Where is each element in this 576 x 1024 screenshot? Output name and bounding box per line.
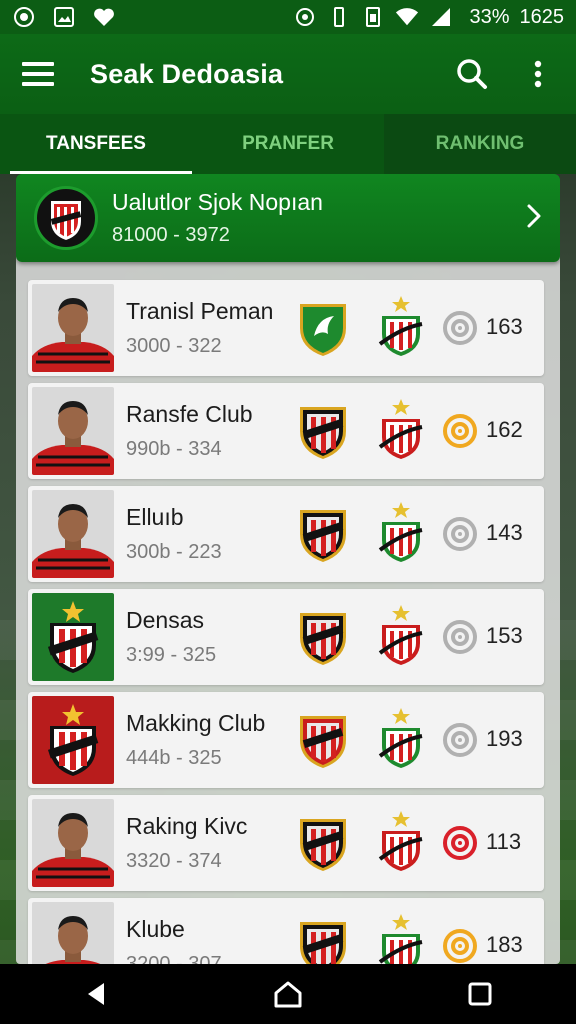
list-item[interactable]: Ransfe Club 990b - 334 162 — [28, 383, 544, 479]
sim-icon — [361, 6, 385, 28]
club-crest-icon — [296, 403, 350, 461]
item-score: 143 — [486, 520, 523, 545]
club-crest-icon — [374, 809, 428, 873]
item-thumbnail — [32, 593, 114, 681]
item-subtitle: 300b - 223 — [126, 541, 222, 563]
item-title: Densas — [126, 607, 204, 633]
club-crest-icon — [296, 300, 350, 358]
club-crest-icon — [374, 912, 428, 964]
cell-signal-icon — [429, 6, 453, 28]
sync-icon — [293, 6, 317, 28]
list-item[interactable]: Densas 3:99 - 325 153 — [28, 589, 544, 685]
club-crest-icon — [296, 609, 350, 667]
item-thumbnail — [32, 799, 114, 887]
menu-icon[interactable] — [20, 56, 56, 92]
tab-transfers[interactable]: TANSFEES — [0, 114, 192, 174]
target-icon[interactable] — [442, 928, 478, 964]
club-crest-icon — [296, 918, 350, 964]
item-subtitle: 3:99 - 325 — [126, 644, 217, 666]
club-crest-icon — [374, 397, 428, 461]
club-crest-icon — [374, 603, 428, 667]
featured-title: Ualutlor Sjok Nopıan — [112, 189, 323, 215]
item-score: 153 — [486, 623, 523, 648]
back-icon[interactable] — [66, 969, 126, 1019]
featured-card[interactable]: Ualutlor Sjok Nopıan 81000 - 3972 — [16, 174, 560, 262]
image-notification-icon — [52, 6, 76, 28]
club-crest-icon — [296, 815, 350, 873]
item-title: Raking Kivc — [126, 813, 248, 839]
item-subtitle: 444b - 325 — [126, 747, 222, 769]
target-icon[interactable] — [442, 722, 478, 758]
item-score: 113 — [486, 829, 522, 854]
item-thumbnail — [32, 284, 114, 372]
vibrate-icon — [327, 6, 351, 28]
item-score: 162 — [486, 417, 523, 442]
item-subtitle: 3000 - 322 — [126, 335, 222, 357]
battery-percent: 33% — [469, 5, 510, 28]
target-icon[interactable] — [442, 413, 478, 449]
wifi-icon — [395, 6, 419, 28]
item-title: Elluıb — [126, 504, 184, 530]
target-icon[interactable] — [442, 516, 478, 552]
item-title: Klubе — [126, 916, 185, 942]
app-bar: Seak Dedoasia — [0, 34, 576, 114]
item-thumbnail — [32, 490, 114, 578]
search-icon[interactable] — [454, 56, 490, 92]
target-icon[interactable] — [442, 825, 478, 861]
more-options-icon[interactable] — [520, 56, 556, 92]
navigation-bar — [0, 964, 576, 1024]
recents-icon[interactable] — [450, 969, 510, 1019]
club-crest-icon — [296, 712, 350, 770]
list-item[interactable]: Klubе 3200 - 307 183 — [28, 898, 544, 964]
item-score: 163 — [486, 314, 523, 339]
tab-ranking[interactable]: RANKING — [384, 114, 576, 174]
tab-pranfer[interactable]: PRANFER — [192, 114, 384, 174]
item-subtitle: 990b - 334 — [126, 438, 222, 460]
item-thumbnail — [32, 696, 114, 784]
target-icon[interactable] — [442, 619, 478, 655]
club-crest-icon — [374, 500, 428, 564]
list-item[interactable]: Elluıb 300b - 223 143 — [28, 486, 544, 582]
notification-app-icon — [12, 6, 36, 28]
item-title: Makking Club — [126, 710, 266, 736]
clock: 1625 — [519, 5, 565, 28]
item-title: Ransfe Club — [126, 401, 253, 427]
club-crest-icon — [374, 706, 428, 770]
home-icon[interactable] — [258, 969, 318, 1019]
status-bar: 33% 1625 — [0, 0, 576, 34]
app-title: Seak Dedoasia — [90, 58, 284, 89]
club-crest-icon — [296, 506, 350, 564]
item-subtitle: 3320 - 374 — [126, 850, 222, 872]
heart-notification-icon — [92, 6, 116, 28]
item-thumbnail — [32, 387, 114, 475]
featured-subtitle: 81000 - 3972 — [112, 224, 230, 246]
item-title: Tranisl Peman — [126, 298, 274, 324]
tab-bar: TANSFEES PRANFER RANKING — [0, 114, 576, 174]
content-area: Ualutlor Sjok Nopıan 81000 - 3972 Tranis… — [16, 174, 560, 964]
item-score: 183 — [486, 932, 523, 957]
item-subtitle: 3200 - 307 — [126, 953, 222, 964]
club-crest-icon — [374, 294, 428, 358]
item-thumbnail — [32, 902, 114, 964]
item-score: 193 — [486, 726, 523, 751]
list-item[interactable]: Raking Kivc 3320 - 374 113 — [28, 795, 544, 891]
target-icon[interactable] — [442, 310, 478, 346]
list-item[interactable]: Tranisl Peman 3000 - 322 163 — [28, 280, 544, 376]
chevron-right-icon — [526, 203, 542, 234]
club-crest-icon — [34, 186, 98, 250]
list-item[interactable]: Makking Club 444b - 325 193 — [28, 692, 544, 788]
